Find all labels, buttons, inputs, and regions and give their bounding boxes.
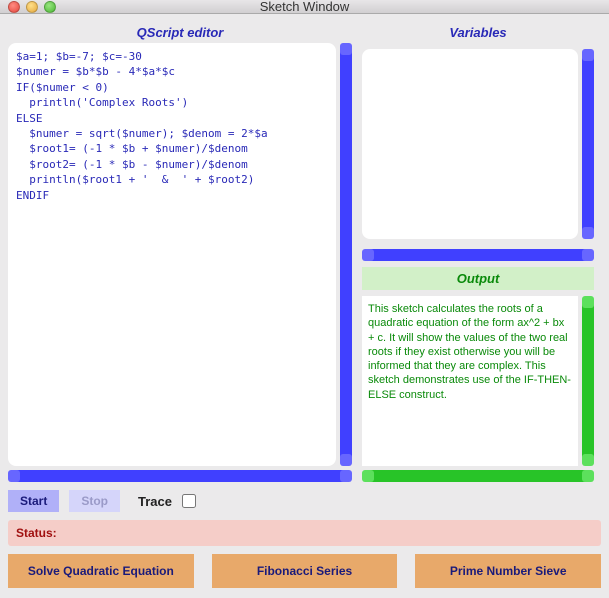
controls-row: Start Stop Trace <box>8 488 601 514</box>
top-row: QScript editor $a=1; $b=-7; $c=-30 $nume… <box>8 22 601 482</box>
variables-panel <box>362 49 594 239</box>
sketch-window: Sketch Window QScript editor $a=1; $b=-7… <box>0 0 609 598</box>
output-panel: This sketch calculates the roots of a qu… <box>362 296 594 482</box>
output-scrollbar-h[interactable] <box>362 470 594 482</box>
titlebar: Sketch Window <box>0 0 609 14</box>
right-column: Variables Output This sketch calculates … <box>362 22 594 482</box>
editor-panel: $a=1; $b=-7; $c=-30 $numer = $b*$b - 4*$… <box>8 43 352 466</box>
status-bar: Status: <box>8 520 601 546</box>
solve-quadratic-button[interactable]: Solve Quadratic Equation <box>8 554 194 588</box>
window-title: Sketch Window <box>0 0 609 14</box>
stop-button: Stop <box>69 490 120 512</box>
output-header: Output <box>362 267 594 290</box>
example-buttons: Solve Quadratic Equation Fibonacci Serie… <box>8 552 601 590</box>
variables-scrollbar-h[interactable] <box>362 249 594 261</box>
trace-label: Trace <box>138 494 172 509</box>
editor-scrollbar-h[interactable] <box>8 470 352 482</box>
variables-area[interactable] <box>362 49 578 239</box>
start-button[interactable]: Start <box>8 490 59 512</box>
editor-column: QScript editor $a=1; $b=-7; $c=-30 $nume… <box>8 22 352 482</box>
code-editor[interactable]: $a=1; $b=-7; $c=-30 $numer = $b*$b - 4*$… <box>8 43 336 466</box>
editor-scrollbar-v[interactable] <box>340 43 352 466</box>
content: QScript editor $a=1; $b=-7; $c=-30 $nume… <box>0 14 609 598</box>
output-scrollbar-v[interactable] <box>582 296 594 466</box>
variables-header: Variables <box>362 22 594 43</box>
output-text: This sketch calculates the roots of a qu… <box>362 296 578 466</box>
editor-header: QScript editor <box>8 22 352 43</box>
output-body: This sketch calculates the roots of a qu… <box>362 296 594 466</box>
variables-scrollbar-v[interactable] <box>582 49 594 239</box>
status-label: Status: <box>16 526 57 540</box>
prime-sieve-button[interactable]: Prime Number Sieve <box>415 554 601 588</box>
trace-checkbox[interactable] <box>182 494 196 508</box>
fibonacci-button[interactable]: Fibonacci Series <box>212 554 398 588</box>
